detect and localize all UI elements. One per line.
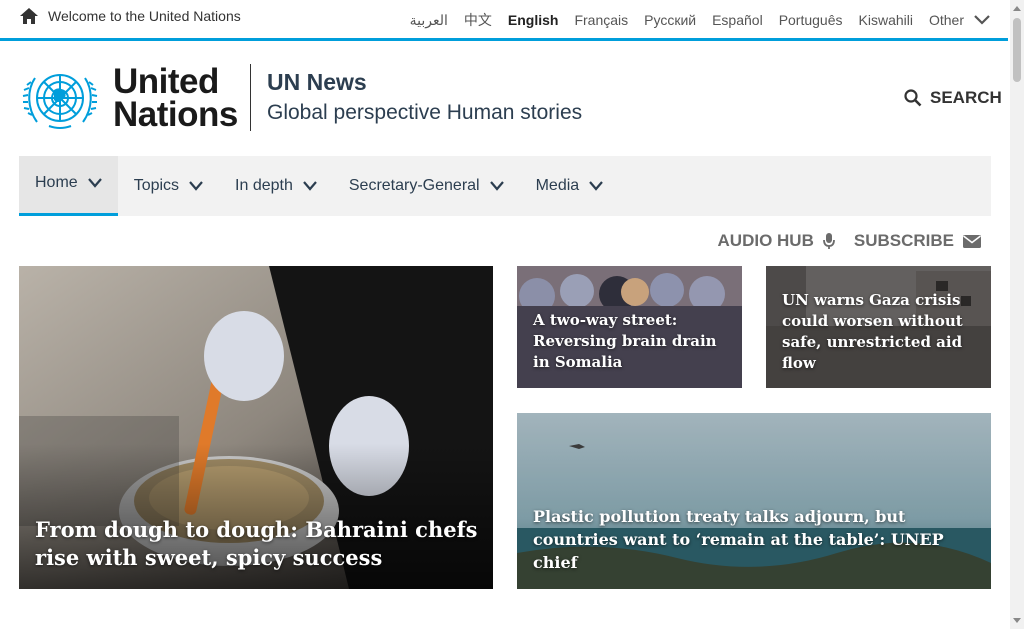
nav-item-secretary-general[interactable]: Secretary-General (333, 156, 520, 216)
lang-other-dropdown[interactable]: Other (929, 12, 990, 28)
chevron-down-icon (589, 181, 604, 191)
welcome-link[interactable]: Welcome to the United Nations (19, 7, 241, 25)
nav-item-in-depth[interactable]: In depth (219, 156, 333, 216)
chevron-down-icon (489, 181, 504, 191)
un-emblem-icon (22, 74, 98, 129)
home-icon (20, 8, 38, 24)
search-icon (904, 89, 922, 107)
page: Welcome to the United Nations العربية 中文… (0, 0, 1024, 629)
subscribe-link[interactable]: SUBSCRIBE (854, 231, 982, 251)
nav-item-topics[interactable]: Topics (118, 156, 219, 216)
story-title: From dough to dough: Bahraini chefs rise… (35, 517, 478, 570)
story-card-featured[interactable]: From dough to dough: Bahraini chefs rise… (19, 266, 493, 589)
main-nav: Home Topics In depth Secretary-General M… (19, 156, 991, 216)
nav-item-label: Topics (133, 177, 180, 194)
logo-wordmark: United Nations (113, 62, 238, 134)
story-card[interactable]: Plastic pollution treaty talks adjourn, … (517, 413, 991, 589)
search-label: SEARCH (930, 88, 1002, 107)
story-title: Plastic pollution treaty talks adjourn, … (533, 507, 944, 572)
nav-item-home[interactable]: Home (19, 156, 118, 216)
lang-arabic[interactable]: العربية (410, 12, 448, 29)
lang-chinese[interactable]: 中文 (464, 10, 492, 30)
audio-hub-label: AUDIO HUB (717, 231, 814, 250)
audio-hub-link[interactable]: AUDIO HUB (718, 231, 836, 251)
scroll-up-arrow-icon[interactable] (1013, 6, 1021, 11)
nav-item-label: Media (535, 177, 580, 194)
logo-line-1: United (113, 62, 219, 101)
envelope-icon (963, 234, 981, 248)
site-title[interactable]: UN News (267, 69, 367, 96)
lang-russian[interactable]: Русский (644, 12, 696, 28)
chevron-down-icon (87, 177, 102, 188)
scroll-down-arrow-icon[interactable] (1013, 618, 1021, 623)
welcome-text: Welcome to the United Nations (48, 8, 241, 24)
lang-kiswahili[interactable]: Kiswahili (859, 12, 913, 28)
accent-line (0, 38, 1008, 41)
lang-other-label: Other (928, 12, 964, 28)
nav-item-label: Secretary-General (348, 177, 480, 194)
un-logo[interactable]: United Nations (19, 64, 238, 132)
site-tagline: Global perspective Human stories (267, 101, 583, 124)
nav-item-label: Home (35, 173, 78, 191)
nav-item-media[interactable]: Media (520, 156, 620, 216)
utility-links: AUDIO HUB SUBSCRIBE (718, 231, 982, 251)
search-button[interactable]: SEARCH (904, 88, 1002, 108)
lang-french[interactable]: Français (574, 12, 628, 28)
logo-line-2: Nations (113, 95, 238, 134)
language-list: العربية 中文 English Français Русский Espa… (410, 10, 990, 30)
chevron-down-icon (974, 15, 990, 25)
story-card[interactable]: UN warns Gaza crisis could worsen withou… (766, 266, 991, 388)
lang-english[interactable]: English (508, 12, 559, 28)
story-card[interactable]: A two-way street: Reversing brain drain … (517, 266, 742, 388)
header-divider (250, 64, 251, 131)
subscribe-label: SUBSCRIBE (853, 231, 954, 250)
chevron-down-icon (189, 181, 203, 191)
language-bar: Welcome to the United Nations العربية 中文… (0, 0, 1010, 38)
story-title: UN warns Gaza crisis could worsen withou… (782, 291, 963, 372)
scrollbar-thumb[interactable] (1013, 18, 1021, 82)
lang-spanish[interactable]: Español (712, 12, 763, 28)
page-scrollbar[interactable] (1010, 0, 1024, 629)
chevron-down-icon (303, 181, 317, 191)
microphone-icon (822, 233, 835, 249)
story-title: A two-way street: Reversing brain drain … (533, 311, 717, 371)
nav-item-label: In depth (235, 177, 293, 194)
lang-portuguese[interactable]: Português (779, 12, 843, 28)
